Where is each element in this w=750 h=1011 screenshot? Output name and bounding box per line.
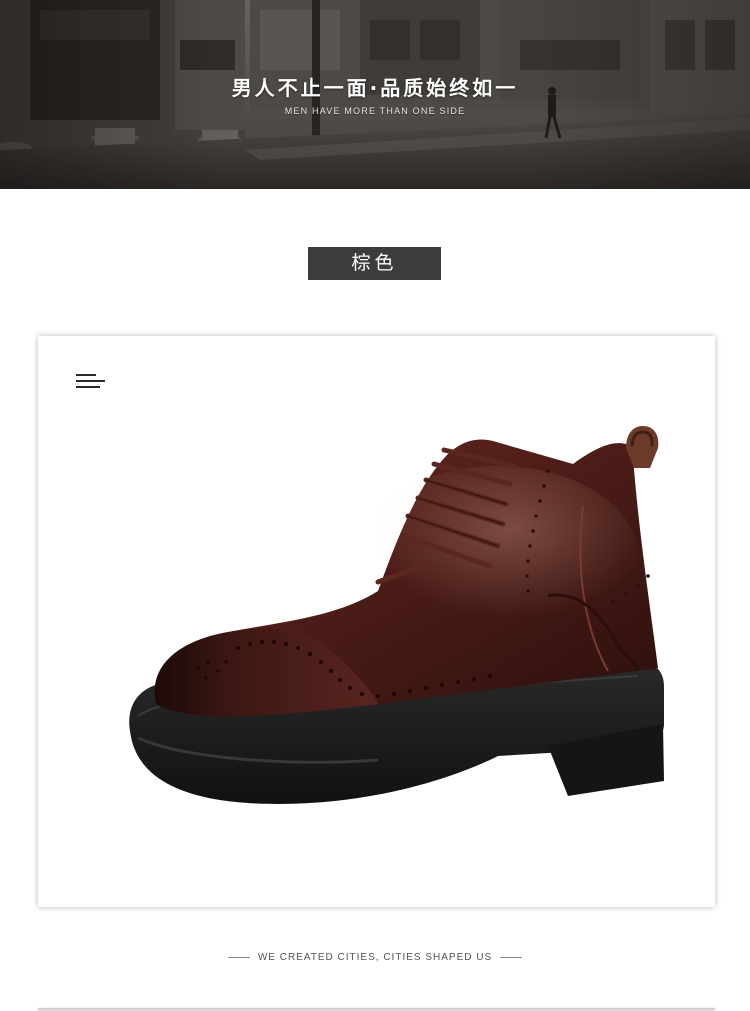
hero-subtitle: MEN HAVE MORE THAN ONE SIDE (284, 106, 466, 116)
product-image-card (38, 336, 715, 907)
tagline-left-rule (227, 956, 250, 958)
hero-banner: 男人不止一面·品质始终如一 MEN HAVE MORE THAN ONE SID… (0, 0, 750, 189)
tagline-right-rule (500, 956, 523, 958)
tagline-text: WE CREATED CITIES, CITIES SHAPED US (257, 952, 493, 963)
hero-title: 男人不止一面·品质始终如一 (231, 76, 519, 100)
brown-brogue-boot-image (129, 426, 665, 804)
color-variant-label: 棕色 (308, 247, 441, 280)
bottom-divider (38, 1008, 715, 1010)
footer-tagline: WE CREATED CITIES, CITIES SHAPED US (0, 952, 750, 963)
